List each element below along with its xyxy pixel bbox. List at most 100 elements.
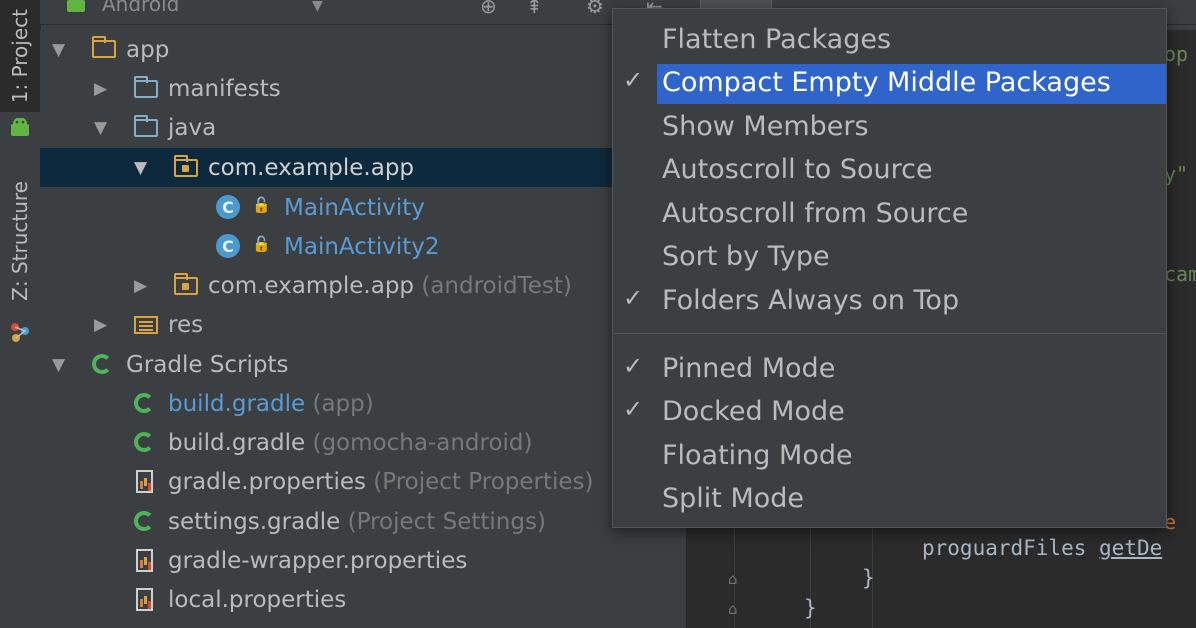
project-tree: ▼ app ▶ manifests ▼ java ▼ com.example.a… [40,30,686,628]
module-folder-icon [92,36,116,58]
android-icon[interactable] [0,112,40,144]
lock-icon: 🔓 [252,196,271,214]
project-view-options-menu: Flatten Packages ✓ Compact Empty Middle … [612,8,1167,528]
class-icon: C [216,234,240,258]
menu-item-label: Sort by Type [662,241,830,272]
tab-project[interactable]: 1: Project [0,0,40,112]
code-fragment: y" [1164,162,1189,186]
fold-marker-icon[interactable]: ⌂ [728,570,738,588]
check-icon: ✓ [623,284,644,312]
menu-item-label: Autoscroll to Source [662,154,933,185]
tree-item-label: gradle.properties (Project Properties) [168,468,594,495]
menu-item-floating-mode[interactable]: Floating Mode [613,437,1166,477]
tree-item-label: local.properties [168,586,347,613]
gradle-icon [134,393,154,413]
chevron-down-icon[interactable]: ▼ [134,158,147,178]
tree-item-java[interactable]: ▼ java [40,108,686,147]
menu-item-docked-mode[interactable]: ✓ Docked Mode [613,393,1166,433]
menu-item-compact-empty-middle-packages[interactable]: Compact Empty Middle Packages [657,64,1166,104]
tree-item-local-properties[interactable]: local.properties [40,580,686,619]
check-icon: ✓ [623,395,644,423]
structure-icon [0,312,40,352]
chevron-right-icon[interactable]: ▶ [94,315,107,335]
menu-item-autoscroll-to-source[interactable]: Autoscroll to Source [613,151,1166,191]
tree-item-label: res [168,311,204,338]
gear-icon[interactable]: ⚙ [586,0,604,18]
chevron-down-icon[interactable]: ▼ [52,40,65,60]
locate-icon[interactable]: ⊕ [480,0,497,18]
tree-item-hint: (app) [312,390,374,417]
collapse-all-icon[interactable]: ⇞ [526,0,543,18]
menu-item-autoscroll-from-source[interactable]: Autoscroll from Source [613,195,1166,235]
menu-item-show-members[interactable]: Show Members [613,108,1166,148]
tool-window-strip: 1: Project Z: Structure [0,0,41,628]
menu-item-label: Folders Always on Top [662,285,960,316]
resource-folder-icon [134,316,158,334]
folder-icon [134,76,158,98]
tree-item-hint: (Project Settings) [347,508,546,535]
tree-item-build-gradle-project[interactable]: build.gradle (gomocha-android) [40,423,686,462]
gradle-icon [92,354,112,374]
tab-project-label: 1: Project [8,8,32,104]
tree-item-label: app [126,36,170,63]
tree-item-label: com.example.app (androidTest) [208,272,572,299]
tree-item-app[interactable]: ▼ app [40,30,686,69]
tree-item-build-gradle-app[interactable]: build.gradle (app) [40,384,686,423]
check-icon: ✓ [623,352,644,380]
menu-item-sort-by-type[interactable]: Sort by Type [613,238,1166,278]
chevron-right-icon[interactable]: ▶ [134,276,147,296]
tree-item-gradle-properties[interactable]: gradle.properties (Project Properties) [40,462,686,501]
menu-item-flatten-packages[interactable]: Flatten Packages [613,21,1166,61]
package-icon [174,155,198,177]
code-line: } [804,596,817,620]
tree-item-package[interactable]: ▼ com.example.app [40,148,612,187]
android-view-icon [64,0,88,18]
code-line: } [862,566,875,590]
package-icon [174,273,198,295]
tree-item-mainactivity[interactable]: C 🔓 MainActivity [40,188,686,227]
fold-marker-icon[interactable]: ⌂ [728,600,738,618]
tab-structure[interactable]: Z: Structure [0,176,40,306]
chevron-down-icon[interactable]: ▼ [312,0,323,14]
tree-item-package-androidtest[interactable]: ▶ com.example.app (androidTest) [40,266,686,305]
menu-item-label: Autoscroll from Source [662,198,969,229]
chevron-right-icon[interactable]: ▶ [94,79,107,99]
tree-item-label: gradle-wrapper.properties [168,547,468,574]
check-icon: ✓ [623,66,644,94]
code-fragment: op [1164,42,1189,66]
view-selector[interactable]: Android [102,0,179,16]
menu-item-label: Split Mode [662,483,805,514]
menu-item-split-mode[interactable]: Split Mode [613,480,1166,520]
gradle-icon [134,511,154,531]
menu-item-label: Compact Empty Middle Packages [662,67,1111,98]
menu-item-label: Pinned Mode [662,353,836,384]
menu-item-folders-always-on-top[interactable]: ✓ Folders Always on Top [613,282,1166,322]
tree-item-label: manifests [168,75,281,102]
tree-item-label: settings.gradle (Project Settings) [168,508,546,535]
tree-item-settings-gradle[interactable]: settings.gradle (Project Settings) [40,502,686,541]
menu-item-pinned-mode[interactable]: ✓ Pinned Mode [613,350,1166,390]
code-line: proguardFiles getDe [922,536,1163,560]
tree-item-manifests[interactable]: ▶ manifests [40,69,686,108]
menu-item-label: Flatten Packages [662,24,892,55]
chevron-down-icon[interactable]: ▼ [52,355,65,375]
gradle-icon [134,432,154,452]
class-icon: C [216,195,240,219]
tree-item-label: java [168,114,217,141]
tree-item-mainactivity2[interactable]: C 🔓 MainActivity2 [40,227,686,266]
lock-icon: 🔓 [252,235,271,253]
folder-icon [134,115,158,137]
chevron-down-icon[interactable]: ▼ [94,118,107,138]
properties-file-icon [136,470,153,493]
menu-item-label: Floating Mode [662,440,853,471]
tree-item-gradle-wrapper-properties[interactable]: gradle-wrapper.properties [40,541,686,580]
menu-item-label: Show Members [662,111,869,142]
properties-file-icon [136,549,153,572]
code-call: getDe [1099,536,1163,560]
tree-item-gradle-scripts[interactable]: ▼ Gradle Scripts [40,345,686,384]
tree-item-res[interactable]: ▶ res [40,305,686,344]
menu-separator [613,333,1166,334]
code-fragment: cam [1164,262,1196,286]
tree-item-label: MainActivity [284,194,425,221]
menu-item-label: Docked Mode [662,396,845,427]
